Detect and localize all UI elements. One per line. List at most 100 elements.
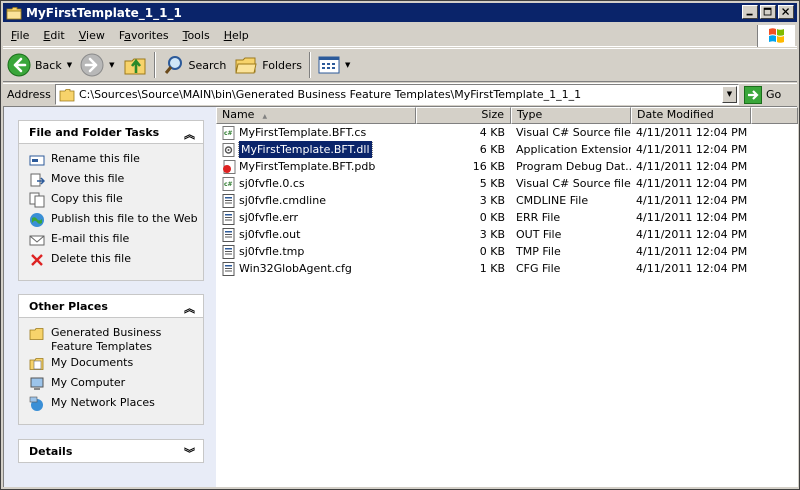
toolbar: Back ▼ ▼ Search Folders ▼ <box>3 48 797 82</box>
file-date-modified: 4/11/2011 12:04 PM <box>636 228 748 241</box>
search-icon <box>164 56 182 74</box>
folders-button[interactable]: Folders <box>230 50 306 80</box>
place-my-documents[interactable]: My Documents <box>29 356 203 376</box>
file-row[interactable]: sj0fvfle.cmdline 3 KB CMDLINE File 4/11/201… <box>216 192 798 209</box>
file-row[interactable]: c# sj0fvfle.0.cs 5 KB Visual C# Source file… <box>216 175 798 192</box>
email-icon <box>29 235 45 246</box>
other-places-header[interactable]: Other Places ︽ <box>18 294 204 318</box>
collapse-chevron-icon[interactable]: ︽ <box>184 300 195 316</box>
file-size: 1 KB <box>479 262 505 275</box>
go-button[interactable]: Go <box>744 84 781 105</box>
window-title: MyFirstTemplate_1_1_1 <box>26 5 182 20</box>
sort-ascending-icon: ▲ <box>262 113 268 120</box>
address-dropdown-button[interactable]: ▼ <box>722 86 737 103</box>
maximize-button[interactable] <box>760 5 776 19</box>
file-name-cell[interactable]: MyFirstTemplate.BFT.dll <box>216 141 416 158</box>
place-my-computer[interactable]: My Computer <box>29 376 203 396</box>
file-row[interactable]: sj0fvfle.out 3 KB OUT File 4/11/2011 12:04 … <box>216 226 798 243</box>
task-move[interactable]: Move this file <box>29 172 203 192</box>
file-name: MyFirstTemplate.BFT.dll <box>238 141 373 158</box>
other-places-panel: Other Places ︽ Generated Business Featur… <box>18 294 204 425</box>
column-date-modified[interactable]: Date Modified <box>631 107 751 124</box>
file-row[interactable]: Win32GlobAgent.cfg 1 KB CFG File 4/11/2011 … <box>216 260 798 277</box>
move-icon <box>30 173 45 187</box>
file-row[interactable]: MyFirstTemplate.BFT.dll 6 KB Application E… <box>216 141 798 158</box>
file-date-modified: 4/11/2011 12:04 PM <box>636 194 748 207</box>
toolbar-separator <box>309 52 312 78</box>
column-size[interactable]: Size <box>416 107 511 124</box>
place-my-network-places[interactable]: My Network Places <box>29 396 203 416</box>
task-copy[interactable]: Copy this file <box>29 192 203 212</box>
details-header[interactable]: Details ︾ <box>18 439 204 463</box>
task-publish-web[interactable]: Publish this file to the Web <box>29 212 203 232</box>
file-name-cell[interactable]: Win32GlobAgent.cfg <box>216 260 416 277</box>
other-places-body: Generated Business Feature Templates My … <box>18 318 204 425</box>
folders-icon <box>235 57 257 74</box>
menu-edit[interactable]: Edit <box>37 29 70 42</box>
title-bar[interactable]: MyFirstTemplate_1_1_1 <box>3 3 797 22</box>
file-name-cell[interactable]: sj0fvfle.out <box>216 226 416 243</box>
file-row[interactable]: sj0fvfle.tmp 0 KB TMP File 4/11/2011 12:04 … <box>216 243 798 260</box>
up-folder-icon <box>124 58 145 75</box>
menu-help[interactable]: Help <box>218 29 255 42</box>
file-row[interactable]: c# MyFirstTemplate.BFT.cs 4 KB Visual C# So… <box>216 124 798 141</box>
file-type: Visual C# Source file <box>516 177 631 190</box>
column-type[interactable]: Type <box>511 107 631 124</box>
column-filler <box>751 107 798 124</box>
forward-button[interactable]: ▼ <box>76 50 118 80</box>
forward-dropdown-icon[interactable]: ▼ <box>109 61 114 69</box>
generic-file-icon <box>222 244 239 259</box>
file-date-modified: 4/11/2011 12:04 PM <box>636 143 748 156</box>
back-dropdown-icon[interactable]: ▼ <box>67 61 72 69</box>
file-row[interactable]: sj0fvfle.err 0 KB ERR File 4/11/2011 12:04 … <box>216 209 798 226</box>
address-bar: Address C:\Sources\Source\MAIN\bin\Gener… <box>3 83 797 105</box>
file-folder-tasks-header[interactable]: File and Folder Tasks ︽ <box>18 120 204 144</box>
back-arrow-icon <box>7 53 31 77</box>
address-value: C:\Sources\Source\MAIN\bin\Generated Bus… <box>79 88 582 101</box>
file-name-cell[interactable]: sj0fvfle.err <box>216 209 416 226</box>
file-name: sj0fvfle.cmdline <box>239 194 326 207</box>
menu-tools[interactable]: Tools <box>177 29 216 42</box>
close-button[interactable] <box>778 5 794 19</box>
windows-flag-icon <box>769 28 784 43</box>
details-panel: Details ︾ <box>18 439 204 463</box>
file-name-cell[interactable]: MyFirstTemplate.BFT.pdb <box>216 158 416 175</box>
back-label: Back <box>35 58 62 72</box>
file-name: MyFirstTemplate.BFT.cs <box>239 126 367 139</box>
task-delete[interactable]: Delete this file <box>29 252 203 272</box>
back-button[interactable]: Back ▼ <box>3 50 76 80</box>
folder-icon <box>59 88 75 101</box>
file-size: 0 KB <box>479 245 505 258</box>
task-email[interactable]: E-mail this file <box>29 232 203 252</box>
up-folder-button[interactable] <box>119 50 151 80</box>
menu-file[interactable]: File <box>5 29 35 42</box>
column-name[interactable]: Name ▲ <box>216 107 416 124</box>
generic-file-icon <box>222 210 239 225</box>
file-name-cell[interactable]: sj0fvfle.tmp <box>216 243 416 260</box>
views-button[interactable]: ▼ <box>314 50 354 80</box>
generic-file-icon <box>222 261 239 276</box>
file-row[interactable]: MyFirstTemplate.BFT.pdb 16 KB Program Debu… <box>216 158 798 175</box>
views-dropdown-icon[interactable]: ▼ <box>345 61 350 69</box>
expand-chevron-icon[interactable]: ︾ <box>184 445 195 461</box>
address-input[interactable]: C:\Sources\Source\MAIN\bin\Generated Bus… <box>55 84 739 105</box>
windows-logo <box>757 25 795 47</box>
menu-favorites[interactable]: Favorites <box>113 29 175 42</box>
my-computer-icon <box>30 377 44 390</box>
close-icon <box>782 8 790 16</box>
file-name-cell[interactable]: c# MyFirstTemplate.BFT.cs <box>216 124 416 141</box>
file-list: Name ▲ Size Type Date Modified c# MyFirstT… <box>216 107 798 487</box>
place-generated-business-feature-templates[interactable]: Generated Business Feature Templates <box>29 326 203 356</box>
task-rename[interactable]: Rename this file <box>29 152 203 172</box>
file-name-cell[interactable]: c# sj0fvfle.0.cs <box>216 175 416 192</box>
go-arrow-icon <box>744 85 762 104</box>
menu-view[interactable]: View <box>73 29 111 42</box>
minimize-button[interactable] <box>742 5 758 19</box>
views-icon <box>318 56 340 74</box>
collapse-chevron-icon[interactable]: ︽ <box>184 126 195 142</box>
search-button[interactable]: Search <box>159 50 231 80</box>
file-name: Win32GlobAgent.cfg <box>239 262 352 275</box>
file-name: sj0fvfle.0.cs <box>239 177 305 190</box>
file-size: 4 KB <box>479 126 505 139</box>
file-name-cell[interactable]: sj0fvfle.cmdline <box>216 192 416 209</box>
